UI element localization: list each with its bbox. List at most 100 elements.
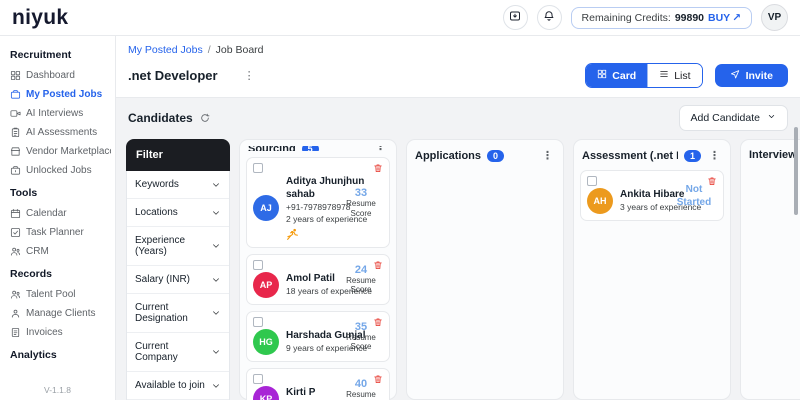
resume-score: 35 Resume Score [340,321,382,351]
sidebar-item-vendor-marketplace[interactable]: Vendor Marketplace [10,142,111,161]
chevron-down-icon [211,180,221,190]
sidebar-item-task-planner[interactable]: Task Planner [10,223,111,242]
chevron-down-icon [211,308,221,318]
filter-item-label: Current Designation [135,302,188,324]
vertical-scrollbar-thumb[interactable] [794,127,798,215]
resume-score-label: Resume [346,389,376,399]
filter-panel: Filter Keywords Locations Experience (Year… [126,139,230,400]
column-header: Sourcing 5 ⋮ [246,146,390,151]
column-title: Interview [749,149,797,161]
refresh-icon[interactable] [200,113,210,123]
chevron-down-icon [767,112,776,124]
delete-candidate-icon[interactable] [373,163,383,173]
add-candidate-button[interactable]: Add Candidate [678,105,788,131]
filter-item-current-designation[interactable]: Current Designation [127,294,229,333]
column-options-menu[interactable]: ⋮ [540,149,555,162]
bell-icon [543,10,555,25]
candidate-board: Filter Keywords Locations Experience (Year… [116,137,800,400]
sidebar-item-unlocked-jobs[interactable]: Unlocked Jobs [10,161,111,180]
briefcase-lock-icon [10,165,21,176]
brand-logo: niyuk [12,5,69,29]
sidebar-item-dashboard[interactable]: Dashboard [10,66,111,85]
column-options-menu[interactable]: ⋮ [707,149,722,162]
column-header: Assessment (.net Dev... 1 ⋮ [580,146,724,164]
sidebar-item-label: Talent Pool [26,289,76,300]
sidebar-item-talent-pool[interactable]: Talent Pool [10,285,111,304]
import-icon [509,10,521,25]
dashboard-icon [10,70,21,81]
quick-add-button[interactable] [502,5,528,30]
sidebar-item-manage-clients[interactable]: Manage Clients [10,304,111,323]
column-title: Applications [415,149,482,162]
job-options-menu[interactable]: ⋮ [244,69,255,82]
assessment-status: Not Started [676,183,712,208]
filter-items: Keywords Locations Experience (Years) Salar… [126,171,230,400]
sidebar-item-label: Vendor Marketplace [26,146,111,157]
candidate-checkbox[interactable] [253,373,263,384]
candidates-label: Candidates [128,111,193,125]
filter-item-label: Current Company [135,341,178,363]
candidate-avatar: HG [253,328,279,355]
user-avatar[interactable]: VP [761,4,788,31]
candidate-card[interactable]: AP Amol Patil 18 years of experience 24 Resu… [246,253,390,305]
filter-item-current-company[interactable]: Current Company [127,333,229,372]
resume-score: 40ResumeScore [340,378,382,400]
calendar-icon [10,208,21,219]
file-icon [10,327,21,338]
column-options-menu[interactable]: ⋮ [373,146,388,151]
video-icon [10,108,21,119]
candidate-checkbox[interactable] [587,176,597,186]
resume-score-value: 35 [354,320,368,333]
card-view-button[interactable]: Card [586,64,648,87]
buy-credits-link[interactable]: BUY ↗ [708,12,741,24]
notifications-button[interactable] [536,5,562,30]
filter-item-locations[interactable]: Locations [127,199,229,227]
board-column-assessment-net-dev: Assessment (.net Dev... 1 ⋮ AHAnkita Hibare… [573,139,731,400]
store-icon [10,146,21,157]
candidate-checkbox[interactable] [253,316,263,327]
sidebar-item-calendar[interactable]: Calendar [10,204,111,223]
candidate-card[interactable]: AJ Aditya Jhunjhun sahab +91-7978978978 2 y… [246,157,390,248]
remaining-credits-pill[interactable]: Remaining Credits: 99890 BUY ↗ [570,6,752,29]
candidate-avatar: AH [587,188,613,214]
sidebar-item-crm[interactable]: CRM [10,242,111,261]
resume-score: 24 Resume Score [340,264,382,294]
resume-score-value: 33 [354,187,368,200]
sidebar-item-label: AI Interviews [26,108,84,119]
candidate-checkbox[interactable] [253,163,263,173]
sidebar-item-invoices[interactable]: Invoices [10,323,111,342]
candidate-card[interactable]: AH Ankita Hibare 3 years of experience Not S… [580,170,724,221]
main-content: My Posted Jobs / Job Board .net Develope… [116,36,800,400]
resume-score-label: Score [350,208,372,218]
chevron-down-icon [211,241,221,251]
breadcrumb-parent-link[interactable]: My Posted Jobs [128,44,203,56]
credits-label: Remaining Credits: [581,11,671,24]
sidebar-item-label: Invoices [26,327,63,338]
top-header-actions: Remaining Credits: 99890 BUY ↗ VP [502,4,788,31]
credits-value: 99890 [674,11,705,24]
sidebar-section-label: Recruitment [10,49,72,61]
candidate-checkbox[interactable] [253,259,263,270]
top-header: niyuk Remaining Credits: 99890 BUY ↗ VP [0,0,800,36]
candidate-card[interactable]: KPKirti P6 years of experience40ResumeSc… [246,367,390,400]
page-header: My Posted Jobs / Job Board .net Develope… [116,36,800,98]
external-link-icon: ↗ [732,11,741,24]
sidebar-item-ai-interviews[interactable]: AI Interviews [10,104,111,123]
filter-item-salary-inr-[interactable]: Salary (INR) [127,266,229,294]
list-view-label: List [674,69,691,82]
chevron-down-icon [211,381,221,391]
filter-item-available-to-join[interactable]: Available to join [127,372,229,400]
column-title: Assessment (.net Dev... [582,149,678,162]
list-view-button[interactable]: List [647,64,702,87]
candidate-card[interactable]: HG Harshada Gunjal 9 years of experience 35… [246,310,390,362]
resume-score: 33 Resume Score [340,187,382,217]
sidebar: Recruitment Dashboard My Posted Jobs AI Int… [0,36,116,400]
resume-score-value: 24 [354,263,368,276]
add-candidate-label: Add Candidate [690,112,760,124]
filter-item-keywords[interactable]: Keywords [127,171,229,199]
sidebar-item-my-posted-jobs[interactable]: My Posted Jobs [10,85,111,104]
sidebar-item-ai-assessments[interactable]: AI Assessments [10,123,111,142]
invite-button[interactable]: Invite [714,64,788,87]
resume-score-label: Score [350,285,372,295]
filter-item-experience-years-[interactable]: Experience (Years) [127,227,229,266]
